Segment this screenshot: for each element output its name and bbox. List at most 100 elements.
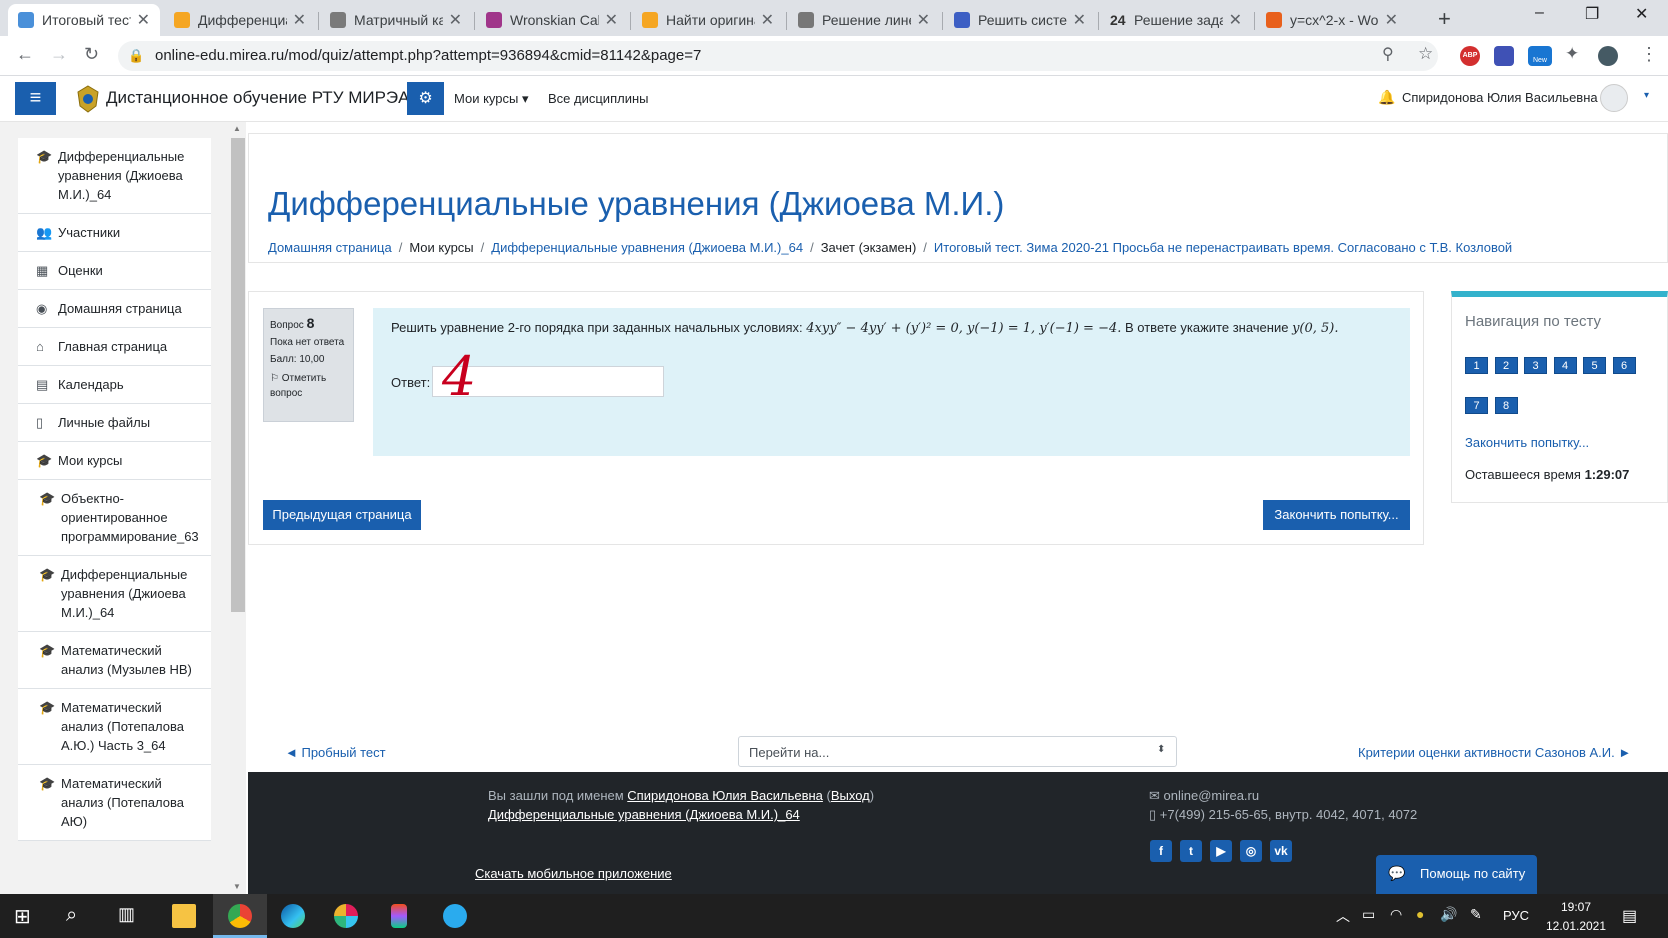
tab-close-icon[interactable]: ✕ bbox=[293, 10, 306, 30]
drawer-item[interactable]: ⌂ Главная страница bbox=[18, 328, 211, 366]
mobile-app-link[interactable]: Скачать мобильное приложение bbox=[475, 866, 672, 881]
quiz-nav-question-button[interactable]: 5 bbox=[1583, 357, 1606, 374]
adblock-icon[interactable]: ABP bbox=[1460, 46, 1480, 66]
breadcrumb-item[interactable]: Домашняя страница bbox=[268, 240, 392, 255]
browser-tab[interactable]: Найти оригина ✕ bbox=[632, 4, 784, 36]
slack-icon[interactable] bbox=[334, 904, 358, 928]
lock-icon[interactable]: 🔒 bbox=[128, 48, 144, 64]
prev-activity-link[interactable]: ◄ Пробный тест bbox=[285, 745, 386, 760]
new-tab-button[interactable]: + bbox=[1438, 6, 1451, 32]
back-icon[interactable]: ← bbox=[16, 44, 34, 65]
reload-icon[interactable]: ↻ bbox=[84, 44, 99, 65]
search-icon[interactable]: ⌕ bbox=[66, 904, 90, 928]
tab-close-icon[interactable]: ✕ bbox=[917, 10, 930, 30]
browser-tab[interactable]: 24 Решение зада ✕ bbox=[1100, 4, 1252, 36]
vk-icon[interactable]: vk bbox=[1270, 840, 1292, 862]
telegram-icon[interactable]: ◎ bbox=[1240, 840, 1262, 862]
logout-link[interactable]: Выход bbox=[831, 788, 870, 803]
tab-close-icon[interactable]: ✕ bbox=[1229, 10, 1242, 30]
drawer-item[interactable]: 👥 Участники bbox=[18, 214, 211, 252]
settings-gear-button[interactable]: ⚙ bbox=[407, 82, 444, 115]
quiz-nav-question-button[interactable]: 2 bbox=[1494, 357, 1518, 374]
browser-tab[interactable]: Решение лине ✕ bbox=[788, 4, 940, 36]
tray-app-icon[interactable]: ● bbox=[1416, 906, 1424, 922]
drawer-item[interactable]: ◉ Домашняя страница bbox=[18, 290, 211, 328]
forward-icon[interactable]: → bbox=[50, 44, 68, 65]
telegram-icon[interactable] bbox=[443, 904, 467, 928]
drawer-item[interactable]: 🎓 Математический анализ (Потепалова А.Ю.)… bbox=[18, 689, 211, 765]
site-name[interactable]: Дистанционное обучение РТУ МИРЭА bbox=[106, 88, 410, 108]
extension-icon[interactable] bbox=[1494, 46, 1514, 66]
battery-icon[interactable]: ▭ bbox=[1362, 906, 1375, 923]
tab-close-icon[interactable]: ✕ bbox=[761, 10, 774, 30]
file-explorer-icon[interactable] bbox=[172, 904, 196, 928]
network-icon[interactable]: ◠ bbox=[1390, 906, 1402, 923]
user-menu-name[interactable]: Спиридонова Юлия Васильевна bbox=[1402, 90, 1598, 105]
all-disciplines-link[interactable]: Все дисциплины bbox=[548, 91, 648, 106]
tab-close-icon[interactable]: ✕ bbox=[137, 10, 150, 30]
drawer-item[interactable]: ▦ Оценки bbox=[18, 252, 211, 290]
tray-chevron-icon[interactable]: ︿ bbox=[1336, 906, 1350, 926]
footer-user-link[interactable]: Спиридонова Юлия Васильевна bbox=[627, 788, 823, 803]
tab-close-icon[interactable]: ✕ bbox=[449, 10, 462, 30]
task-view-icon[interactable]: ▥ bbox=[118, 904, 142, 928]
pen-icon[interactable]: ✎ bbox=[1470, 906, 1482, 923]
browser-tab[interactable]: Итоговый тест ✕ bbox=[8, 4, 160, 36]
browser-tab[interactable]: Дифференциа ✕ bbox=[164, 4, 316, 36]
avatar[interactable] bbox=[1600, 84, 1628, 112]
close-window-button[interactable]: ✕ bbox=[1635, 4, 1648, 24]
drawer-item[interactable]: ▯ Личные файлы bbox=[18, 404, 211, 442]
zoom-icon[interactable]: ⚲ bbox=[1382, 44, 1394, 64]
bell-icon[interactable]: 🔔 bbox=[1378, 89, 1395, 106]
new-extension-icon[interactable]: New bbox=[1528, 46, 1552, 66]
scroll-down-icon[interactable]: ▼ bbox=[233, 882, 241, 891]
tab-close-icon[interactable]: ✕ bbox=[605, 10, 618, 30]
facebook-icon[interactable]: f bbox=[1150, 840, 1172, 862]
drawer-item[interactable]: 🎓 Дифференциальные уравнения (Джиоева М.И… bbox=[18, 138, 211, 214]
drawer-item[interactable]: 🎓 Объектно-ориентированное программирован… bbox=[18, 480, 211, 556]
browser-tab[interactable]: Решить систем ✕ bbox=[944, 4, 1096, 36]
profile-icon[interactable] bbox=[1598, 46, 1618, 66]
minimize-button[interactable]: – bbox=[1535, 4, 1544, 22]
quiz-nav-question-button[interactable]: 1 bbox=[1465, 357, 1488, 374]
breadcrumb-item[interactable]: Итоговый тест. Зима 2020-21 Просьба не п… bbox=[934, 240, 1512, 255]
drawer-scrollbar-thumb[interactable] bbox=[231, 138, 245, 612]
previous-page-button[interactable]: Предыдущая страница bbox=[263, 500, 421, 530]
footer-course-link[interactable]: Дифференциальные уравнения (Джиоева М.И.… bbox=[488, 807, 800, 822]
language-indicator[interactable]: РУС bbox=[1503, 908, 1529, 923]
breadcrumb-item[interactable]: Дифференциальные уравнения (Джиоева М.И.… bbox=[491, 240, 803, 255]
clock[interactable]: 19:07 12.01.2021 bbox=[1541, 898, 1611, 936]
jump-to-select[interactable]: Перейти на... bbox=[738, 736, 1177, 767]
my-courses-menu[interactable]: Мои курсы ▾ bbox=[454, 91, 529, 107]
drawer-item[interactable]: 🎓 Математический анализ (Потепалова АЮ) bbox=[18, 765, 211, 841]
volume-icon[interactable]: 🔊 bbox=[1440, 906, 1457, 923]
edge-icon[interactable] bbox=[281, 904, 305, 928]
tab-close-icon[interactable]: ✕ bbox=[1073, 10, 1086, 30]
drawer-item[interactable]: 🎓 Мои курсы bbox=[18, 442, 211, 480]
quiz-nav-question-button[interactable]: 6 bbox=[1612, 357, 1636, 374]
user-caret-icon[interactable]: ▾ bbox=[1644, 90, 1649, 101]
quiz-nav-question-button[interactable]: 7 bbox=[1465, 397, 1488, 414]
quiz-nav-question-button[interactable]: 8 bbox=[1494, 397, 1518, 414]
figma-icon[interactable] bbox=[391, 904, 407, 928]
finish-attempt-button[interactable]: Закончить попытку... bbox=[1263, 500, 1410, 530]
windows-start-icon[interactable]: ⊞ bbox=[14, 904, 38, 928]
next-activity-link[interactable]: Критерии оценки активности Сазонов А.И. … bbox=[1358, 745, 1631, 760]
bookmark-star-icon[interactable]: ☆ bbox=[1418, 44, 1433, 64]
quiz-nav-question-button[interactable]: 3 bbox=[1524, 357, 1547, 374]
drawer-item[interactable]: 🎓 Математический анализ (Музылев НВ) bbox=[18, 632, 211, 689]
flag-question-link[interactable]: ⚐ Отметить вопрос bbox=[270, 371, 347, 401]
drawer-item[interactable]: ▤ Календарь bbox=[18, 366, 211, 404]
drawer-item[interactable]: 🎓 Дифференциальные уравнения (Джиоева М.И… bbox=[18, 556, 211, 632]
scroll-up-icon[interactable]: ▲ bbox=[233, 124, 241, 133]
drawer-toggle-button[interactable]: ≡ bbox=[15, 82, 56, 115]
youtube-icon[interactable]: ▶ bbox=[1210, 840, 1232, 862]
quiz-nav-question-button[interactable]: 4 bbox=[1553, 357, 1577, 374]
url-text[interactable]: online-edu.mirea.ru/mod/quiz/attempt.php… bbox=[155, 47, 701, 64]
browser-tab[interactable]: y=cx^2-x - Wo ✕ bbox=[1256, 4, 1408, 36]
quiz-nav-finish-link[interactable]: Закончить попытку... bbox=[1465, 435, 1589, 450]
puzzle-icon[interactable]: ✦ bbox=[1565, 44, 1579, 64]
chrome-icon[interactable] bbox=[228, 904, 252, 928]
maximize-button[interactable]: ❐ bbox=[1585, 4, 1599, 24]
browser-tab[interactable]: Матричный ка ✕ bbox=[320, 4, 472, 36]
